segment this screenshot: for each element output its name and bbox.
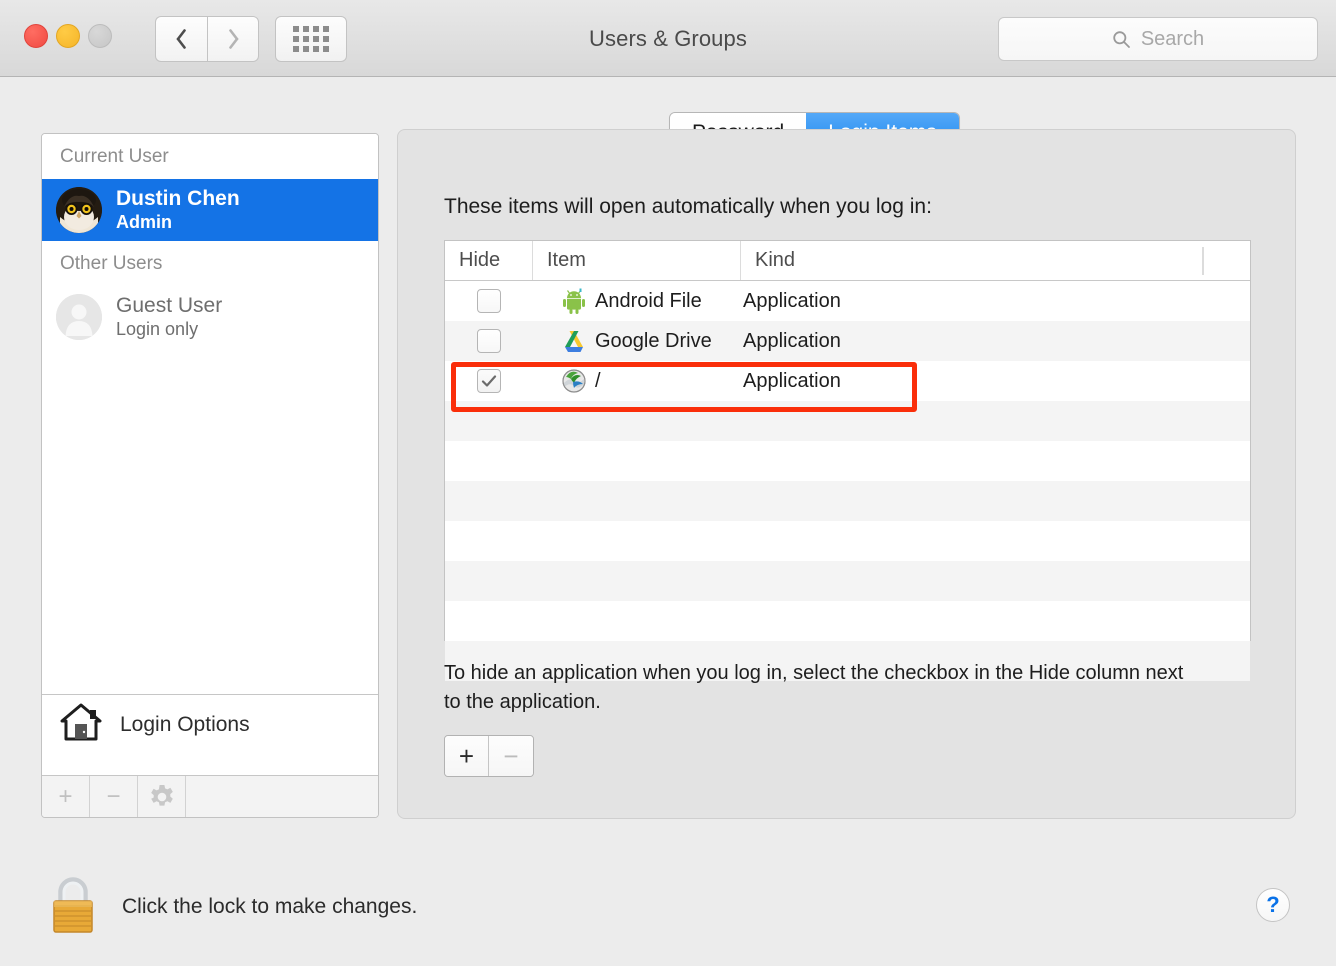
column-header-kind[interactable]: Kind: [741, 241, 1250, 280]
table-row[interactable]: / Application: [445, 361, 1250, 401]
sidebar-user-role: Admin: [116, 211, 172, 232]
column-divider[interactable]: [1202, 247, 1204, 275]
table-row-empty[interactable]: [445, 601, 1250, 641]
sidebar-user-name: Dustin Chen: [116, 187, 240, 210]
sidebar-user-name: Guest User: [116, 294, 223, 317]
users-and-groups-window: Users & Groups Search Current User Dusti…: [0, 0, 1336, 966]
add-user-button[interactable]: +: [42, 776, 90, 817]
window-titlebar: Users & Groups Search: [0, 0, 1336, 77]
login-options-label: Login Options: [120, 712, 250, 736]
search-field[interactable]: Search: [998, 17, 1318, 61]
padlock-closed-icon[interactable]: [46, 872, 100, 941]
sidebar-user-text: Guest User Login only: [116, 294, 222, 340]
login-items-table: Hide Item Kind Android File Application …: [444, 240, 1251, 681]
add-login-item-button[interactable]: +: [445, 736, 489, 776]
table-row[interactable]: Android File Application: [445, 281, 1250, 321]
table-row-empty[interactable]: [445, 401, 1250, 441]
item-cell: Android File: [533, 288, 741, 314]
settings-gear-button[interactable]: [138, 776, 186, 817]
panel-intro-text: These items will open automatically when…: [444, 195, 932, 218]
minus-icon: −: [106, 782, 121, 810]
search-placeholder: Search: [1140, 27, 1205, 50]
hide-checkbox[interactable]: [477, 369, 501, 393]
column-header-hide[interactable]: Hide: [445, 241, 533, 280]
item-name: Google Drive: [595, 329, 712, 352]
table-row[interactable]: Google Drive Application: [445, 321, 1250, 361]
kind-cell: Application: [743, 329, 841, 352]
globe-network-icon: [562, 369, 586, 393]
table-row-empty[interactable]: [445, 561, 1250, 601]
sidebar-item-login-options[interactable]: Login Options: [42, 694, 378, 754]
hide-cell[interactable]: [445, 289, 533, 313]
sidebar-user-text: Dustin Chen Admin: [116, 187, 240, 233]
users-sidebar: Current User Dustin Chen Admin Other Use…: [41, 133, 379, 818]
item-name: Android File: [595, 289, 702, 312]
person-silhouette-avatar: [56, 294, 102, 340]
kind-cell: Application: [743, 369, 841, 392]
table-row-empty[interactable]: [445, 441, 1250, 481]
remove-login-item-button[interactable]: −: [489, 736, 533, 776]
login-items-panel: These items will open automatically when…: [397, 129, 1296, 819]
hide-checkbox[interactable]: [477, 289, 501, 313]
lock-label: Click the lock to make changes.: [122, 894, 418, 918]
sidebar-toolbar: + −: [42, 775, 378, 817]
table-header-row: Hide Item Kind: [445, 241, 1250, 281]
kind-cell: Application: [743, 289, 841, 312]
sidebar-item-guest-user[interactable]: Guest User Login only: [42, 286, 378, 348]
column-header-item[interactable]: Item: [533, 241, 741, 280]
table-body: Android File Application Google Drive Ap…: [445, 281, 1250, 681]
sidebar-item-dustin-chen[interactable]: Dustin Chen Admin: [42, 179, 378, 241]
add-remove-login-item-buttons: + −: [444, 735, 534, 777]
item-name: /: [595, 369, 601, 392]
lock-area: Click the lock to make changes.: [46, 872, 417, 941]
panel-help-text: To hide an application when you log in, …: [444, 662, 1184, 713]
search-icon: [1113, 30, 1130, 48]
hide-cell[interactable]: [445, 329, 533, 353]
sidebar-toolbar-filler: [186, 776, 378, 817]
help-button[interactable]: ?: [1256, 888, 1290, 922]
hide-cell[interactable]: [445, 369, 533, 393]
hide-checkbox[interactable]: [477, 329, 501, 353]
owl-avatar: [56, 187, 102, 233]
sidebar-group-header-current-user: Current User: [42, 134, 378, 179]
sidebar-user-role: Login only: [116, 318, 199, 339]
google-drive-icon: [565, 331, 583, 352]
remove-user-button[interactable]: −: [90, 776, 138, 817]
sidebar-group-header-other-users: Other Users: [42, 241, 378, 286]
item-cell: Google Drive: [533, 328, 741, 354]
gear-icon: [150, 784, 173, 806]
item-cell: /: [533, 368, 741, 394]
plus-icon: +: [58, 782, 73, 810]
android-icon: [563, 288, 585, 314]
table-row-empty[interactable]: [445, 521, 1250, 561]
table-row-empty[interactable]: [445, 481, 1250, 521]
home-icon: [60, 702, 102, 747]
